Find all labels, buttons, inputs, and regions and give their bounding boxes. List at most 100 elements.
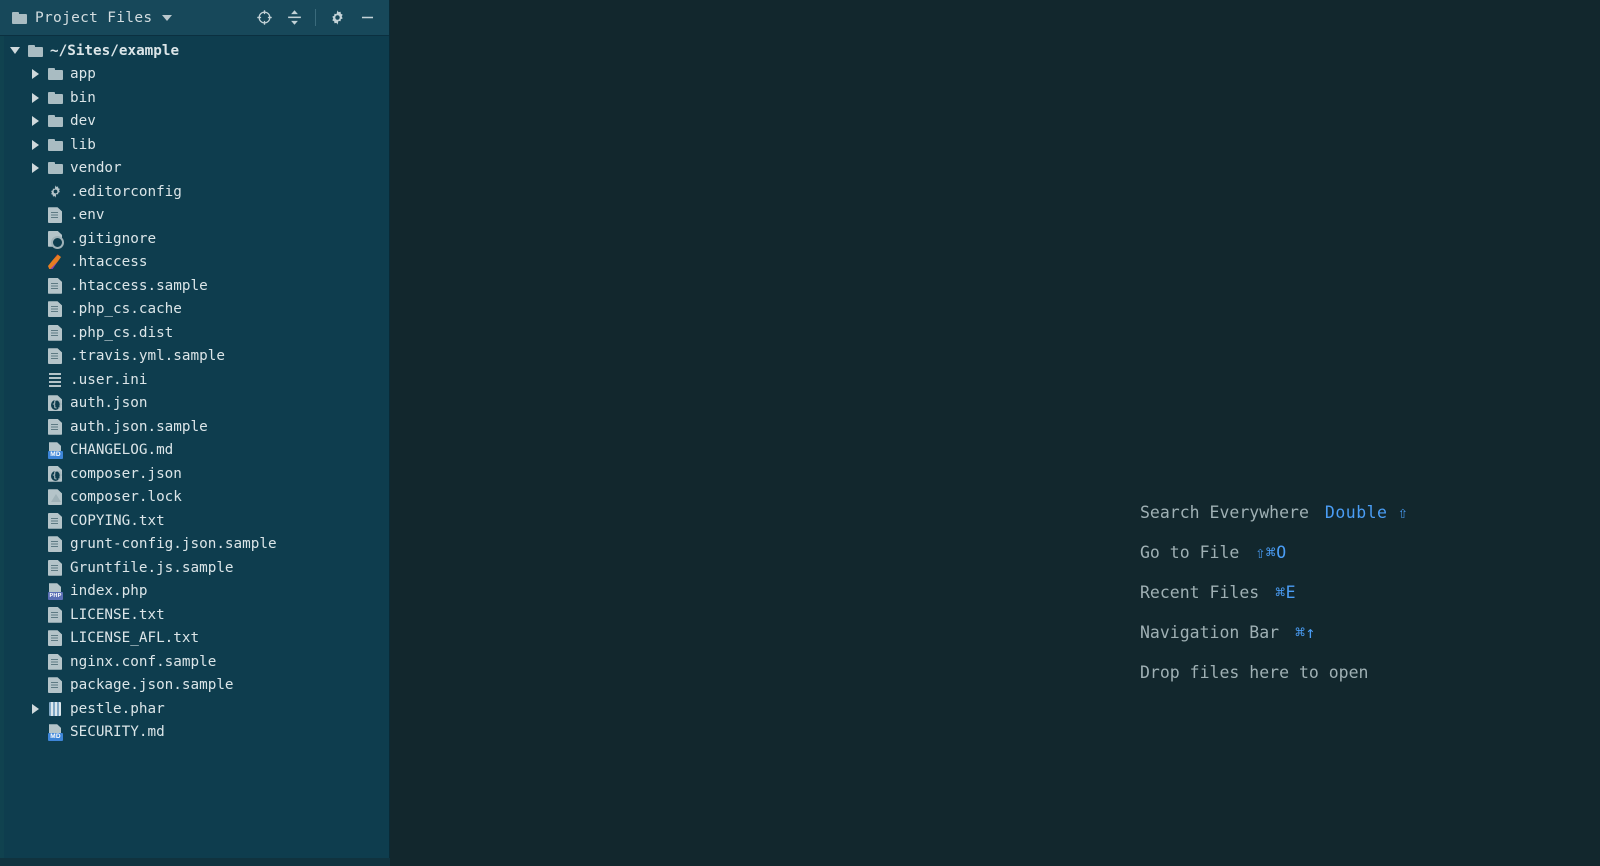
editor-shortcut-hints: Search EverywhereDouble ⇧Go to File⇧⌘ORe…: [1140, 492, 1408, 692]
editor-hint-label: Search Everywhere: [1140, 503, 1309, 522]
tree-row-label: .user.ini: [66, 372, 147, 388]
text-file-icon: [48, 654, 62, 670]
tree-expand-toggle[interactable]: [26, 163, 44, 173]
tree-row-icon: [44, 489, 66, 505]
tree-row[interactable]: MDCHANGELOG.md: [0, 439, 389, 463]
editor-hint-row: Search EverywhereDouble ⇧: [1140, 492, 1408, 532]
text-file-icon: [48, 607, 62, 623]
tree-row-label: .htaccess: [66, 254, 147, 270]
tree-row[interactable]: app: [0, 63, 389, 87]
tree-row-label: .editorconfig: [66, 184, 182, 200]
gear-icon: [329, 9, 346, 26]
tree-row-root[interactable]: ~/Sites/example: [0, 39, 389, 63]
tree-row-label: .htaccess.sample: [66, 278, 208, 294]
json-file-icon: [48, 395, 62, 411]
tree-row-label: auth.json: [66, 395, 147, 411]
tree-row[interactable]: LICENSE_AFL.txt: [0, 627, 389, 651]
tree-row-icon: [44, 278, 66, 294]
tree-row-label: auth.json.sample: [66, 419, 208, 435]
apache-file-icon: [48, 254, 62, 270]
tree-row-icon: [44, 536, 66, 552]
tree-row-icon: [44, 607, 66, 623]
chevron-right-icon: [32, 116, 39, 126]
editor-hint-shortcut: ⇧⌘O: [1255, 543, 1286, 562]
tree-row[interactable]: .editorconfig: [0, 180, 389, 204]
tree-row[interactable]: grunt-config.json.sample: [0, 533, 389, 557]
tree-row-label: vendor: [66, 160, 122, 176]
folder-icon: [48, 139, 63, 151]
tree-expand-toggle[interactable]: [26, 116, 44, 126]
tree-row[interactable]: .htaccess.sample: [0, 274, 389, 298]
folder-icon: [48, 162, 63, 174]
tree-row-label: .php_cs.cache: [66, 301, 182, 317]
tree-row[interactable]: .php_cs.dist: [0, 321, 389, 345]
tree-row[interactable]: .htaccess: [0, 251, 389, 275]
tree-row-label: .travis.yml.sample: [66, 348, 225, 364]
tool-window-header: Project Files: [0, 0, 389, 36]
tree-row-label: index.php: [66, 583, 147, 599]
chevron-down-icon[interactable]: [162, 15, 172, 21]
tree-row-icon: [44, 348, 66, 364]
tree-row[interactable]: PHP index.php: [0, 580, 389, 604]
tree-row[interactable]: pestle.phar: [0, 697, 389, 721]
scroll-from-source-button[interactable]: [250, 5, 278, 31]
tree-row[interactable]: nginx.conf.sample: [0, 650, 389, 674]
tree-row-label: lib: [66, 137, 96, 153]
tree-row[interactable]: vendor: [0, 157, 389, 181]
tree-row[interactable]: MDSECURITY.md: [0, 721, 389, 745]
tree-row-icon: [44, 513, 66, 529]
tree-row[interactable]: .travis.yml.sample: [0, 345, 389, 369]
tree-row[interactable]: package.json.sample: [0, 674, 389, 698]
tree-row[interactable]: .env: [0, 204, 389, 228]
tree-row-icon: PHP: [44, 583, 66, 599]
tree-row-label: CHANGELOG.md: [66, 442, 173, 458]
tree-row-icon: [44, 560, 66, 576]
tree-expand-toggle[interactable]: [26, 69, 44, 79]
text-file-icon: [48, 630, 62, 646]
tree-row[interactable]: .php_cs.cache: [0, 298, 389, 322]
tree-row-label: app: [66, 66, 96, 82]
ide-window: Project Files: [0, 0, 1600, 866]
tree-row-label: bin: [66, 90, 96, 106]
tree-row[interactable]: bin: [0, 86, 389, 110]
tree-row[interactable]: auth.json.sample: [0, 415, 389, 439]
project-file-tree[interactable]: ~/Sites/example app bin dev lib vendor .editor…: [0, 36, 389, 866]
tree-row[interactable]: .gitignore: [0, 227, 389, 251]
text-file-icon: [48, 325, 62, 341]
tree-expand-toggle[interactable]: [26, 140, 44, 150]
tree-expand-toggle[interactable]: [6, 47, 24, 54]
tree-row-label: composer.lock: [66, 489, 182, 505]
toolbar-separator: [315, 9, 316, 26]
chevron-down-icon: [10, 47, 20, 54]
tree-row[interactable]: Gruntfile.js.sample: [0, 556, 389, 580]
php-file-icon: PHP: [48, 583, 62, 599]
editor-hint-row: Go to File⇧⌘O: [1140, 532, 1408, 572]
text-file-icon: [48, 207, 62, 223]
tree-row[interactable]: COPYING.txt: [0, 509, 389, 533]
tree-row[interactable]: .user.ini: [0, 368, 389, 392]
tree-row[interactable]: composer.lock: [0, 486, 389, 510]
tree-row-icon: [44, 254, 66, 270]
editor-empty-area[interactable]: Search EverywhereDouble ⇧Go to File⇧⌘ORe…: [390, 0, 1600, 866]
tree-expand-toggle[interactable]: [26, 704, 44, 714]
target-icon: [256, 9, 273, 26]
tree-row[interactable]: composer.json: [0, 462, 389, 486]
tree-row[interactable]: lib: [0, 133, 389, 157]
collapse-all-button[interactable]: [280, 5, 308, 31]
tree-row-label: dev: [66, 113, 96, 129]
editor-hint-label: Navigation Bar: [1140, 623, 1279, 642]
hide-button[interactable]: [353, 5, 381, 31]
tree-row[interactable]: auth.json: [0, 392, 389, 416]
text-file-icon: [48, 278, 62, 294]
tree-expand-toggle[interactable]: [26, 93, 44, 103]
tree-row-label: LICENSE.txt: [66, 607, 165, 623]
tree-row[interactable]: LICENSE.txt: [0, 603, 389, 627]
folder-icon: [12, 12, 27, 24]
tree-row-icon: [44, 231, 66, 247]
tree-row[interactable]: dev: [0, 110, 389, 134]
tree-row-icon: [44, 677, 66, 693]
settings-button[interactable]: [323, 5, 351, 31]
tree-row-icon: [44, 92, 66, 104]
ignored-file-icon: [48, 231, 62, 247]
project-files-dropdown[interactable]: Project Files: [12, 10, 172, 26]
